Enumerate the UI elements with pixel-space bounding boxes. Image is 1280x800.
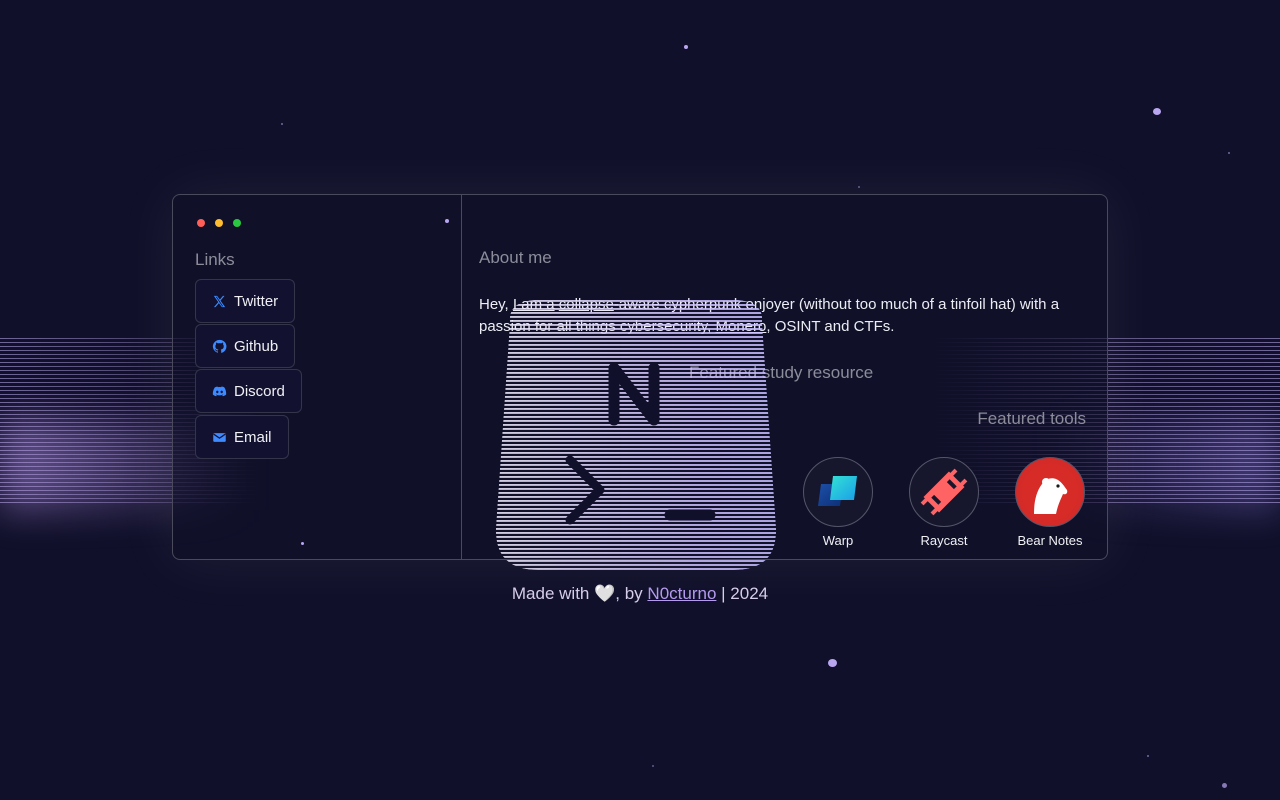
discord-link-label: Discord [234, 382, 285, 400]
main-panel: About me Hey, I am a collapse-aware cyph… [462, 195, 1107, 559]
discord-icon [212, 384, 227, 399]
about-heading: About me [479, 248, 552, 267]
page-footer: Made with 🤍, by N0cturno | 2024 [0, 584, 1280, 604]
tool-name: Warp [822, 533, 854, 548]
discord-link-button[interactable]: Discord [195, 369, 302, 413]
terminal-window: Links Twitter Github Discord Email About… [172, 194, 1108, 560]
star [301, 542, 304, 545]
warp-icon [803, 457, 873, 527]
tool-name: Raycast [920, 533, 968, 548]
links-sidebar: Links Twitter Github Discord Email [173, 195, 462, 559]
close-window-dot[interactable] [197, 219, 205, 227]
twitter-link-label: Twitter [234, 292, 279, 310]
collapse-link[interactable]: collapse [559, 296, 614, 313]
footer-year: | 2024 [721, 584, 769, 603]
twitter-link-button[interactable]: Twitter [195, 279, 296, 323]
github-link-label: Github [234, 337, 279, 355]
star [1153, 108, 1161, 115]
links-heading: Links [195, 250, 235, 269]
star [828, 659, 837, 667]
x-twitter-icon [212, 294, 227, 309]
window-controls [197, 219, 241, 227]
featured-study-heading: Featured study resource [689, 363, 874, 382]
maximize-window-dot[interactable] [233, 219, 241, 227]
tool-name: Bear Notes [1017, 533, 1083, 548]
featured-tools-heading: Featured tools [977, 409, 1086, 428]
star [652, 765, 654, 767]
star [1222, 783, 1227, 788]
about-paragraph: Hey, I am a collapse-aware cypherpunk en… [479, 294, 1089, 338]
github-icon [212, 339, 227, 354]
footer-prefix: Made with [511, 584, 590, 603]
about-text-part: , OSINT and CTFs. [766, 318, 895, 335]
raycast-icon [909, 457, 979, 527]
tool-raycast[interactable]: Raycast [899, 457, 989, 548]
star [281, 123, 283, 125]
tool-bear-notes[interactable]: Bear Notes [1005, 457, 1095, 548]
bear-notes-icon [1015, 457, 1085, 527]
star [1147, 755, 1149, 757]
author-link[interactable]: N0cturno [647, 584, 716, 603]
star [858, 186, 860, 188]
star [445, 219, 449, 223]
i-am-a-link[interactable]: I am a [513, 296, 555, 313]
footer-middle: , by [615, 584, 643, 603]
heart-icon: 🤍 [594, 584, 616, 603]
monero-link[interactable]: Monero [716, 318, 767, 335]
minimize-window-dot[interactable] [215, 219, 223, 227]
star [684, 45, 688, 49]
star [1228, 152, 1230, 154]
email-link-label: Email [234, 428, 272, 446]
mail-icon [212, 430, 227, 445]
github-link-button[interactable]: Github [195, 324, 296, 368]
tool-warp[interactable]: Warp [793, 457, 883, 548]
about-text-part: Hey, [479, 296, 513, 313]
email-link-button[interactable]: Email [195, 415, 289, 459]
